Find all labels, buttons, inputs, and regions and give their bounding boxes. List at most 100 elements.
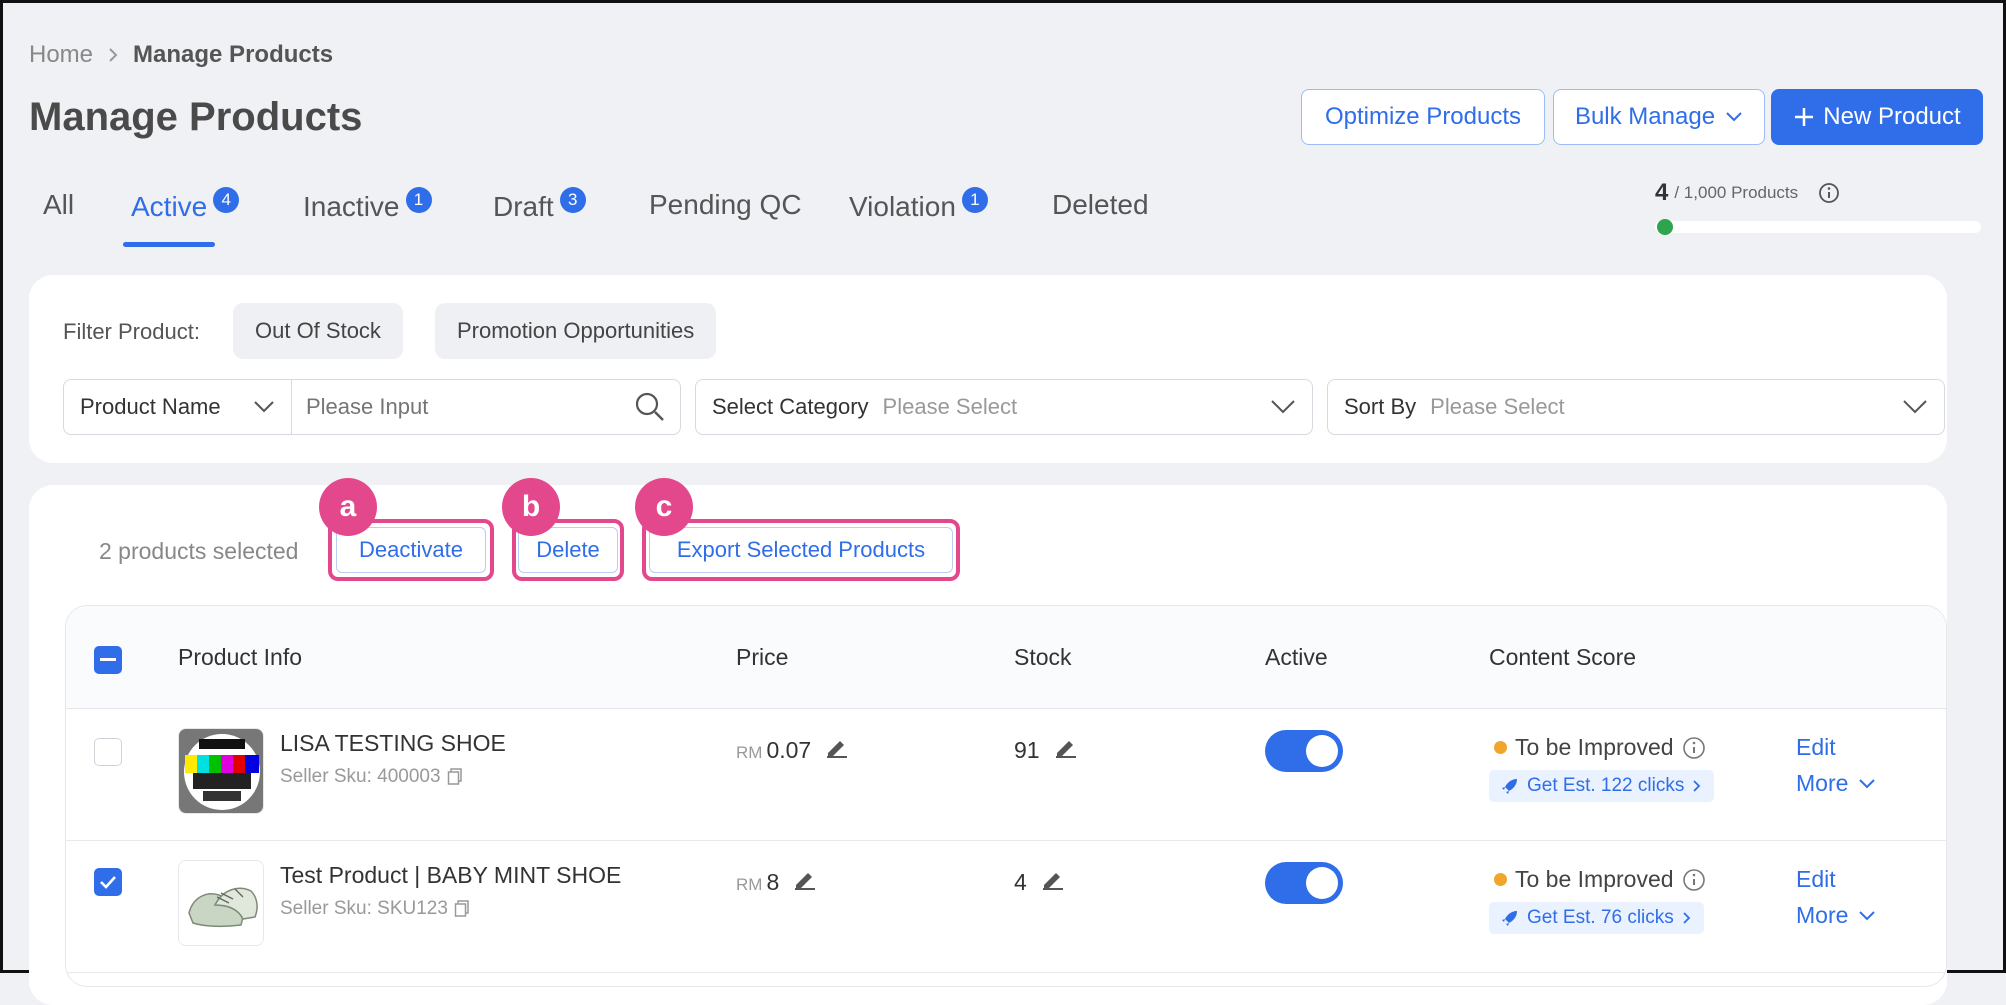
- info-icon[interactable]: [1682, 868, 1706, 892]
- quota-progress-fill: [1657, 219, 1673, 235]
- tab-label: Draft: [493, 191, 554, 222]
- row-checkbox[interactable]: [94, 738, 122, 766]
- score-text: To be Improved: [1515, 866, 1674, 892]
- product-name-select-value: Product Name: [80, 394, 221, 419]
- select-all-checkbox[interactable]: [94, 646, 122, 674]
- edit-pencil-icon[interactable]: [1041, 868, 1065, 890]
- search-icon[interactable]: [634, 391, 666, 423]
- sku-text: Seller Sku: SKU123: [280, 898, 448, 919]
- new-product-label: New Product: [1823, 103, 1961, 130]
- active-toggle[interactable]: [1265, 862, 1343, 904]
- tab-violation[interactable]: Violation 1: [849, 187, 988, 223]
- copy-icon[interactable]: [447, 768, 463, 786]
- breadcrumb-home[interactable]: Home: [29, 41, 93, 69]
- bulk-manage-label: Bulk Manage: [1574, 103, 1716, 130]
- chevron-down-icon: [1271, 400, 1295, 414]
- chevron-right-icon: [1693, 780, 1701, 792]
- promotion-opportunities-chip[interactable]: Promotion Opportunities: [435, 303, 717, 359]
- breadcrumb-current: Manage Products: [133, 41, 334, 68]
- clicks-text: Get Est. 122 clicks: [1527, 775, 1685, 796]
- price-currency: RM: [736, 875, 763, 894]
- more-menu-text: More: [1796, 770, 1849, 796]
- edit-link[interactable]: Edit: [1796, 734, 1836, 761]
- rocket-icon: [1502, 779, 1517, 794]
- breadcrumb: Home Manage Products: [29, 41, 333, 69]
- sort-label: Sort By: [1344, 394, 1417, 419]
- clicks-text: Get Est. 76 clicks: [1527, 907, 1674, 928]
- sort-select[interactable]: Sort By Please Select: [1327, 379, 1945, 435]
- callout-marker-a: a: [319, 478, 377, 536]
- callout-marker-c: c: [635, 478, 693, 536]
- optimize-products-label: Optimize Products: [1324, 103, 1522, 130]
- column-content-score: Content Score: [1489, 644, 1637, 670]
- price-value: 8: [766, 869, 780, 895]
- get-clicks-button[interactable]: Get Est. 76 clicks: [1489, 902, 1704, 934]
- category-placeholder: Please Select: [882, 394, 1018, 419]
- content-score: To be Improved: [1494, 866, 1706, 893]
- info-icon[interactable]: [1818, 182, 1840, 204]
- product-sku: Seller Sku: SKU123: [280, 898, 470, 920]
- plus-icon: [1795, 108, 1814, 126]
- tab-badge: 1: [405, 187, 432, 213]
- tab-draft[interactable]: Draft 3: [493, 187, 586, 223]
- edit-pencil-icon[interactable]: [793, 868, 817, 890]
- rocket-icon: [1502, 911, 1517, 926]
- column-active: Active: [1265, 644, 1328, 670]
- product-name-select[interactable]: Product Name: [64, 380, 292, 434]
- product-search-input[interactable]: [292, 394, 634, 420]
- baby-shoe-image-icon: [179, 861, 263, 945]
- optimize-products-button[interactable]: Optimize Products: [1301, 89, 1545, 145]
- product-name[interactable]: LISA TESTING SHOE: [280, 730, 506, 757]
- active-toggle[interactable]: [1265, 730, 1343, 772]
- row-checkbox[interactable]: [94, 868, 122, 896]
- callout-marker-b: b: [502, 478, 560, 536]
- product-price: RM 0.07: [736, 736, 849, 764]
- edit-link-text: Edit: [1796, 734, 1836, 760]
- column-stock: Stock: [1014, 644, 1072, 670]
- tab-all[interactable]: All: [43, 189, 74, 221]
- quota-limit: / 1,000 Products: [1674, 183, 1799, 202]
- tab-badge: 4: [213, 187, 240, 213]
- sku-text: Seller Sku: 400003: [280, 766, 441, 787]
- product-name[interactable]: Test Product | BABY MINT SHOE: [280, 862, 621, 889]
- price-currency: RM: [736, 743, 763, 762]
- tab-label: Violation: [849, 191, 956, 222]
- product-stock: 91: [1014, 736, 1078, 764]
- tab-label: Pending QC: [649, 189, 802, 220]
- stock-value: 91: [1014, 737, 1040, 763]
- more-menu[interactable]: More: [1796, 770, 1876, 797]
- column-price: Price: [736, 644, 789, 670]
- tab-pending-qc[interactable]: Pending QC: [649, 189, 802, 221]
- chip-label: Out Of Stock: [255, 318, 381, 343]
- get-clicks-button[interactable]: Get Est. 122 clicks: [1489, 770, 1715, 802]
- bulk-manage-button[interactable]: Bulk Manage: [1553, 89, 1765, 145]
- tab-active[interactable]: Active 4: [131, 187, 240, 223]
- product-thumbnail[interactable]: [178, 728, 264, 814]
- edit-link[interactable]: Edit: [1796, 866, 1836, 893]
- product-search-group: Product Name: [63, 379, 681, 435]
- more-menu[interactable]: More: [1796, 902, 1876, 929]
- copy-icon[interactable]: [454, 900, 470, 918]
- out-of-stock-chip[interactable]: Out Of Stock: [233, 303, 403, 359]
- edit-pencil-icon[interactable]: [1054, 736, 1078, 758]
- info-icon[interactable]: [1682, 736, 1706, 760]
- chevron-down-icon: [1859, 910, 1876, 920]
- product-quota: 4 / 1,000 Products: [1655, 179, 1981, 235]
- new-product-button[interactable]: New Product: [1771, 89, 1983, 145]
- category-select[interactable]: Select Category Please Select: [695, 379, 1313, 435]
- tab-inactive[interactable]: Inactive 1: [303, 187, 432, 223]
- content-score: To be Improved: [1494, 734, 1706, 761]
- product-stock: 4: [1014, 868, 1065, 896]
- tab-deleted[interactable]: Deleted: [1052, 189, 1149, 221]
- checkmark-icon: [100, 876, 116, 889]
- product-price: RM 8: [736, 868, 817, 896]
- stock-value: 4: [1014, 869, 1027, 895]
- product-thumbnail[interactable]: [178, 860, 264, 946]
- tab-label: All: [43, 189, 75, 220]
- table-row: LISA TESTING SHOE Seller Sku: 400003 RM …: [66, 708, 1946, 841]
- chevron-down-icon: [1903, 400, 1927, 414]
- table-row: Test Product | BABY MINT SHOE Seller Sku…: [66, 840, 1946, 973]
- table-header: Product Info Price Stock Active Content …: [66, 606, 1946, 709]
- edit-pencil-icon[interactable]: [825, 736, 849, 758]
- tab-label: Inactive: [303, 191, 400, 222]
